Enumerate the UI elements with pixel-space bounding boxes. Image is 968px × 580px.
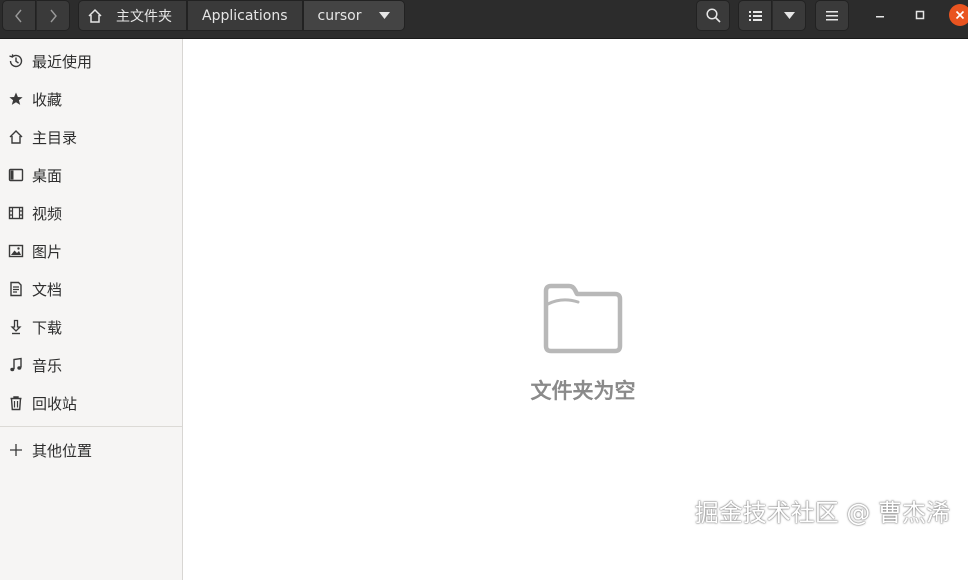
chevron-left-icon [15, 9, 22, 22]
sidebar-item-starred[interactable]: 收藏 [0, 81, 182, 117]
sidebar-item-label: 音乐 [32, 356, 63, 375]
minimize-button[interactable] [865, 0, 895, 30]
close-button-circle [949, 4, 968, 26]
menu-button[interactable] [815, 0, 849, 31]
list-view-icon [748, 10, 762, 21]
hamburger-menu-icon [826, 10, 838, 20]
sidebar-item-videos[interactable]: 视频 [0, 195, 182, 231]
image-icon [7, 243, 24, 260]
music-icon [7, 357, 24, 374]
search-button[interactable] [696, 0, 730, 31]
sidebar-item-label: 收藏 [32, 90, 63, 109]
trash-icon [7, 395, 24, 412]
sidebar-item-trash[interactable]: 回收站 [0, 385, 182, 421]
close-button[interactable] [945, 0, 968, 30]
sidebar-item-pictures[interactable]: 图片 [0, 233, 182, 269]
home-icon [7, 129, 24, 146]
document-icon [7, 281, 24, 298]
sidebar-item-label: 最近使用 [32, 52, 93, 71]
forward-button[interactable] [36, 0, 70, 31]
breadcrumb: 主文件夹 Applications cursor [78, 0, 406, 31]
sidebar-item-home[interactable]: 主目录 [0, 119, 182, 155]
chevron-right-icon [50, 9, 57, 22]
search-icon [705, 8, 721, 23]
sidebar-item-music[interactable]: 音乐 [0, 347, 182, 383]
minimize-icon [876, 16, 884, 18]
film-icon [7, 205, 24, 222]
download-icon [7, 319, 24, 336]
breadcrumb-home[interactable]: 主文件夹 [78, 0, 187, 31]
breadcrumb-label: cursor [317, 7, 362, 24]
sidebar-item-label: 主目录 [32, 128, 78, 147]
star-icon [7, 91, 24, 108]
sidebar-item-label: 桌面 [32, 166, 63, 185]
sidebar-item-documents[interactable]: 文档 [0, 271, 182, 307]
breadcrumb-label: Applications [202, 7, 288, 24]
sidebar-item-label: 其他位置 [32, 441, 93, 460]
breadcrumb-cursor[interactable]: cursor [302, 0, 406, 31]
breadcrumb-label: 主文件夹 [116, 8, 172, 25]
back-button[interactable] [2, 0, 36, 31]
desktop-icon [7, 167, 24, 184]
view-options-button[interactable] [772, 0, 806, 31]
chevron-down-icon[interactable] [379, 12, 391, 19]
home-icon [88, 8, 102, 23]
sidebar-item-label: 视频 [32, 204, 63, 223]
chevron-down-icon [783, 12, 795, 19]
empty-folder-message: 文件夹为空 [530, 379, 636, 403]
plus-icon [7, 442, 24, 459]
sidebar-item-label: 文档 [32, 280, 63, 299]
sidebar-item-label: 下载 [32, 318, 63, 337]
sidebar: 最近使用 收藏 主目录 桌面 视频 图片 文档 下载 音乐 回收站 其他位置 [0, 39, 183, 580]
close-icon [955, 10, 965, 20]
header-bar: 主文件夹 Applications cursor [0, 0, 968, 39]
sidebar-item-label: 图片 [32, 242, 63, 261]
breadcrumb-applications[interactable]: Applications [187, 0, 303, 31]
list-view-button[interactable] [738, 0, 772, 31]
clock-icon [7, 53, 24, 70]
sidebar-item-downloads[interactable]: 下载 [0, 309, 182, 345]
sidebar-item-recent[interactable]: 最近使用 [0, 43, 182, 79]
maximize-icon [915, 10, 925, 20]
sidebar-divider [0, 426, 182, 427]
watermark: 掘金技术社区 @ 曹杰浠 [694, 499, 950, 527]
sidebar-item-desktop[interactable]: 桌面 [0, 157, 182, 193]
folder-icon [543, 283, 623, 354]
maximize-button[interactable] [905, 0, 935, 30]
sidebar-item-other-locations[interactable]: 其他位置 [0, 432, 182, 468]
sidebar-item-label: 回收站 [32, 394, 78, 413]
